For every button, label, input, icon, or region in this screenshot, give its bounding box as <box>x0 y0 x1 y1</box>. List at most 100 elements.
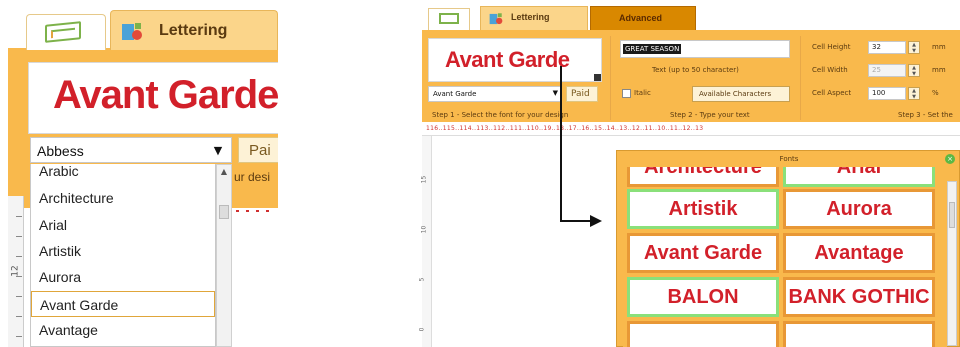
font-select-value: Avant Garde <box>433 90 477 98</box>
font-cell[interactable]: Architecture <box>627 167 779 187</box>
image-icon <box>45 21 81 43</box>
annotation-arrow <box>560 220 594 222</box>
font-cell[interactable] <box>627 321 779 347</box>
cell-height-input[interactable]: 32 <box>868 41 906 54</box>
cell-width-value: 25 <box>872 66 881 74</box>
ruler-number: 0 <box>418 327 426 332</box>
font-cell-label: Artistik <box>668 198 738 220</box>
font-cell[interactable] <box>783 321 935 347</box>
ruler-number: 5 <box>418 277 426 282</box>
font-cell[interactable]: BALON <box>627 277 779 317</box>
paid-button[interactable]: Pai <box>238 137 278 163</box>
tab-advanced[interactable]: Advanced <box>590 6 696 30</box>
available-characters-button[interactable]: Available Characters <box>692 86 790 102</box>
font-cell[interactable]: Aurora <box>783 189 935 229</box>
ruler-number: 10 <box>420 225 428 234</box>
font-cell[interactable]: Avantage <box>783 233 935 273</box>
tab-advanced-label: Advanced <box>619 13 663 23</box>
cell-width-spinner[interactable]: ▲ ▼ <box>908 64 920 77</box>
horizontal-ruler <box>232 200 278 214</box>
dropdown-scrollbar[interactable]: ▲ <box>216 164 232 347</box>
list-item[interactable]: Artistik <box>31 238 215 264</box>
font-dropdown-list[interactable]: Arabic Architecture Arial Artistik Auror… <box>30 164 216 347</box>
list-item[interactable]: Arabic <box>31 164 215 184</box>
scroll-up-icon[interactable]: ▲ <box>219 167 229 177</box>
cell-width-input[interactable]: 25 <box>868 64 906 77</box>
font-cell-label: Architecture <box>644 167 762 178</box>
cell-aspect-input[interactable]: 100 <box>868 87 906 100</box>
step-hint: ur desi <box>234 170 271 184</box>
list-item[interactable]: Aurora <box>31 264 215 290</box>
dropdown-arrow-icon[interactable]: ▼ <box>209 142 227 160</box>
dropdown-arrow-icon[interactable]: ▼ <box>553 89 558 97</box>
left-zoomed-panel: Lettering Avant Garde Abbess ▼ Pai ur de… <box>0 0 278 347</box>
cell-width-label: Cell Width <box>812 66 848 74</box>
list-item-selected[interactable]: Avant Garde <box>31 291 215 317</box>
font-preview: Avant Garde <box>428 38 602 82</box>
horizontal-ruler: 116..115..114..113..112..111..110..19..1… <box>422 124 960 136</box>
vertical-ruler: 15 10 5 0 <box>418 136 432 347</box>
cell-width-unit: mm <box>932 66 946 74</box>
cell-height-spinner[interactable]: ▲ ▼ <box>908 41 920 54</box>
ruler-number: 12 <box>10 265 21 277</box>
text-note: Text (up to 50 character) <box>652 66 739 74</box>
font-select[interactable]: Avant Garde ▼ <box>428 86 562 102</box>
font-cell[interactable]: Avant Garde <box>627 233 779 273</box>
font-cell-label: Avant Garde <box>643 242 763 264</box>
scroll-thumb[interactable] <box>949 202 955 228</box>
tab-lettering-label: Lettering <box>159 22 228 39</box>
list-item[interactable]: Architecture <box>31 185 215 211</box>
step1-label: Step 1 - Select the font for your design <box>432 111 569 119</box>
paid-button-label: Paid <box>571 89 590 99</box>
available-characters-label: Available Characters <box>699 90 772 98</box>
cell-aspect-unit: % <box>932 89 939 97</box>
screenshot: Lettering Avant Garde Abbess ▼ Pai ur de… <box>0 0 960 347</box>
italic-label: Italic <box>634 89 651 97</box>
fonts-grid: Architecture Arial Artistik Aurora Avant… <box>623 167 947 347</box>
image-icon <box>439 13 459 24</box>
font-cell-label: BALON <box>667 286 739 308</box>
scroll-thumb[interactable] <box>219 205 229 219</box>
fonts-scrollbar[interactable] <box>947 181 957 346</box>
text-input[interactable]: GREAT SEASON <box>620 40 790 58</box>
tab-lettering-label: Lettering <box>511 12 550 22</box>
divider <box>800 36 801 120</box>
right-full-panel: Lettering Advanced Avant Garde Avant Gar… <box>418 0 960 347</box>
cell-aspect-value: 100 <box>872 89 886 97</box>
font-select[interactable]: Abbess ▼ <box>30 137 232 163</box>
ruler-number: 15 <box>420 175 428 184</box>
font-cell-label: Avantage <box>814 242 904 264</box>
vertical-ruler: 12 <box>8 196 24 347</box>
horizontal-ruler-numbers: 116..115..114..113..112..111..110..19..1… <box>426 125 704 132</box>
tab-bar: Lettering <box>8 10 278 50</box>
arrow-head-icon <box>590 215 602 227</box>
step2-label: Step 2 - Type your text <box>670 111 750 119</box>
cell-height-unit: mm <box>932 43 946 51</box>
list-item[interactable]: Avantage <box>31 317 215 343</box>
font-preview: Avant Garde <box>28 62 278 134</box>
font-cell-label: Arial <box>836 167 882 178</box>
close-icon[interactable]: × <box>945 154 955 164</box>
tab-lettering[interactable]: Lettering <box>480 6 588 30</box>
lettering-icon <box>122 23 142 40</box>
lettering-icon <box>489 13 503 25</box>
cell-height-value: 32 <box>872 43 881 51</box>
cell-height-label: Cell Height <box>812 43 851 51</box>
fonts-dialog: Fonts × Architecture Arial Artistik Auro… <box>616 150 960 347</box>
cell-aspect-label: Cell Aspect <box>812 89 852 97</box>
tab-image[interactable] <box>428 8 470 30</box>
font-cell[interactable]: BANK GOTHIC <box>783 277 935 317</box>
list-item[interactable]: Arial <box>31 212 215 238</box>
expand-fonts-icon[interactable] <box>594 74 601 81</box>
font-preview-text: Avant Garde <box>53 73 278 117</box>
font-select-value: Abbess <box>37 143 84 159</box>
italic-checkbox[interactable] <box>622 89 631 98</box>
font-cell[interactable]: Artistik <box>627 189 779 229</box>
tab-lettering[interactable]: Lettering <box>110 10 278 50</box>
tab-image[interactable] <box>26 14 106 50</box>
font-cell[interactable]: Arial <box>783 167 935 187</box>
fonts-dialog-title: Fonts <box>779 155 799 163</box>
divider <box>610 36 611 120</box>
cell-aspect-spinner[interactable]: ▲ ▼ <box>908 87 920 100</box>
paid-button[interactable]: Paid <box>566 86 598 102</box>
